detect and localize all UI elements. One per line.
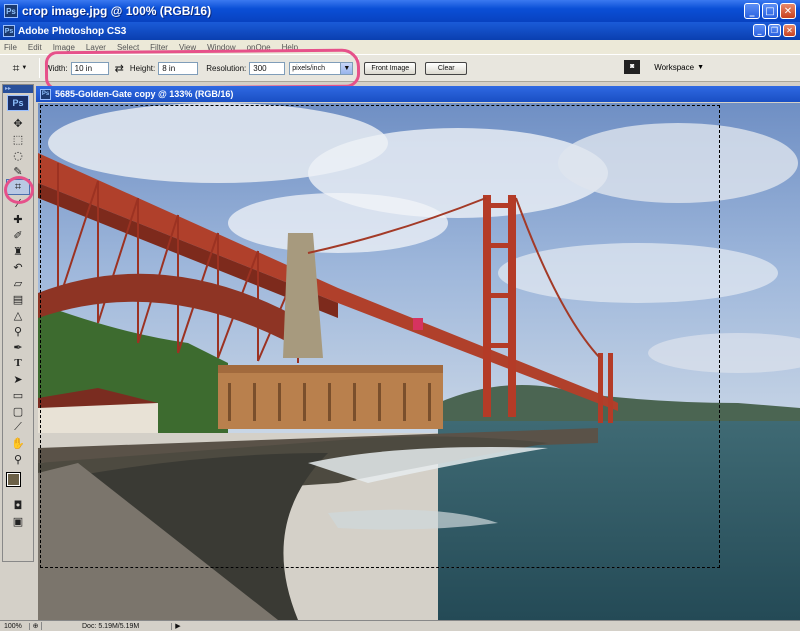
blur-tool-icon[interactable]: △ bbox=[6, 307, 30, 323]
toolbox-grip[interactable]: ▸▸ bbox=[3, 85, 33, 93]
lasso-tool-icon[interactable]: ◌ bbox=[6, 147, 30, 163]
document-canvas[interactable] bbox=[38, 103, 800, 620]
menu-item-help[interactable]: Help bbox=[282, 43, 298, 52]
screen-mode-icon[interactable]: ▣ bbox=[6, 513, 30, 529]
swap-dimensions-icon[interactable]: ⇄ bbox=[115, 62, 124, 75]
gradient-tool-icon[interactable]: ▤ bbox=[6, 291, 30, 307]
tool-preset-picker[interactable]: ⌗ ▼ bbox=[6, 57, 34, 79]
workspace-icon: ◙ bbox=[624, 60, 641, 74]
workspace-menu[interactable]: ◙ Workspace ▼ bbox=[624, 60, 704, 74]
photoshop-app-icon: Ps bbox=[3, 25, 15, 37]
eyedropper-tool-icon[interactable]: ⟋ bbox=[6, 419, 30, 435]
marquee-tool-icon[interactable]: ⬚ bbox=[6, 131, 30, 147]
app-restore-button[interactable]: ❐ bbox=[768, 24, 781, 37]
zoom-level[interactable]: 100% bbox=[0, 622, 30, 630]
menu-item-window[interactable]: Window bbox=[207, 43, 235, 52]
history-brush-tool-icon[interactable]: ↶ bbox=[6, 259, 30, 275]
slice-tool-icon[interactable]: ⁄ bbox=[6, 195, 30, 211]
height-field[interactable]: 8 in bbox=[158, 61, 199, 75]
type-tool-icon[interactable]: T bbox=[6, 355, 30, 371]
width-label: Width: bbox=[45, 63, 68, 73]
clear-button[interactable]: Clear bbox=[425, 61, 468, 75]
menu-item-layer[interactable]: Layer bbox=[86, 43, 106, 52]
document-icon: Ps bbox=[40, 88, 51, 100]
app-titlebar[interactable]: Ps Adobe Photoshop CS3 _ ❐ ✕ bbox=[0, 22, 800, 40]
eraser-tool-icon[interactable]: ▱ bbox=[6, 275, 30, 291]
chevron-down-icon: ▼ bbox=[21, 65, 28, 71]
window-controls: _ □ ✕ bbox=[744, 3, 796, 19]
doc-size: Doc: 5.19M/5.19M bbox=[42, 622, 172, 630]
move-tool-icon[interactable]: ✥ bbox=[6, 115, 30, 131]
golden-gate-photo bbox=[38, 103, 800, 620]
divider bbox=[358, 58, 360, 78]
menu-item-select[interactable]: Select bbox=[117, 43, 139, 52]
foreground-color-swatch[interactable] bbox=[6, 472, 21, 487]
resolution-label: Resolution: bbox=[206, 63, 247, 73]
hand-tool-icon[interactable]: ✋ bbox=[6, 435, 30, 451]
resolution-field[interactable]: 300 bbox=[249, 61, 286, 75]
width-field[interactable]: 10 in bbox=[70, 61, 109, 75]
shape-tool-icon[interactable]: ▭ bbox=[6, 387, 30, 403]
status-bar: 100% ⊕ Doc: 5.19M/5.19M ▶ bbox=[0, 620, 800, 631]
photoshop-icon: Ps bbox=[4, 4, 18, 18]
document-title: 5685-Golden-Gate copy @ 133% (RGB/16) bbox=[55, 89, 234, 99]
quick-select-tool-icon[interactable]: ✎ bbox=[6, 163, 30, 179]
window-titlebar[interactable]: Ps crop image.jpg @ 100% (RGB/16) _ □ ✕ bbox=[0, 0, 800, 22]
chevron-down-icon: ▼ bbox=[697, 63, 704, 71]
minimize-button[interactable]: _ bbox=[744, 3, 760, 19]
menu-bar: File Edit Image Layer Select Filter View… bbox=[0, 40, 800, 54]
photoshop-logo[interactable]: Ps bbox=[7, 95, 29, 111]
close-button[interactable]: ✕ bbox=[780, 3, 796, 19]
front-image-button[interactable]: Front Image bbox=[364, 61, 417, 75]
healing-brush-tool-icon[interactable]: ✚ bbox=[6, 211, 30, 227]
app-minimize-button[interactable]: _ bbox=[753, 24, 766, 37]
quick-mask-icon[interactable]: ◘ bbox=[6, 497, 30, 513]
toolbox: ▸▸ Ps ✥ ⬚ ◌ ✎ ⌗ ⁄ ✚ ✐ ♜ ↶ ▱ ▤ △ ⚲ ✒ T ➤ … bbox=[2, 84, 34, 562]
color-swatches[interactable] bbox=[5, 471, 31, 494]
pen-tool-icon[interactable]: ✒ bbox=[6, 339, 30, 355]
height-label: Height: bbox=[129, 63, 156, 73]
status-icon[interactable]: ⊕ bbox=[30, 622, 42, 630]
resolution-units-select[interactable]: pixels/inch ▼ bbox=[289, 61, 354, 75]
menu-item-filter[interactable]: Filter bbox=[150, 43, 168, 52]
chevron-down-icon: ▼ bbox=[340, 62, 353, 74]
app-close-button[interactable]: ✕ bbox=[783, 24, 796, 37]
maximize-button[interactable]: □ bbox=[762, 3, 778, 19]
crop-icon: ⌗ bbox=[12, 60, 20, 75]
document-titlebar[interactable]: Ps 5685-Golden-Gate copy @ 133% (RGB/16) bbox=[36, 86, 800, 102]
app-window-controls: _ ❐ ✕ bbox=[753, 24, 796, 37]
resolution-units-value: pixels/inch bbox=[292, 64, 325, 72]
menu-item-view[interactable]: View bbox=[179, 43, 196, 52]
notes-tool-icon[interactable]: ▢ bbox=[6, 403, 30, 419]
dodge-tool-icon[interactable]: ⚲ bbox=[6, 323, 30, 339]
menu-item-image[interactable]: Image bbox=[53, 43, 75, 52]
zoom-tool-icon[interactable]: ⚲ bbox=[6, 451, 30, 467]
menu-item-onone[interactable]: onOne bbox=[247, 43, 271, 52]
workspace-label: Workspace bbox=[654, 62, 695, 72]
window-title: crop image.jpg @ 100% (RGB/16) bbox=[22, 4, 212, 18]
menu-item-file[interactable]: File bbox=[4, 43, 17, 52]
path-select-tool-icon[interactable]: ➤ bbox=[6, 371, 30, 387]
menu-item-edit[interactable]: Edit bbox=[28, 43, 42, 52]
crop-tool-icon[interactable]: ⌗ bbox=[6, 179, 30, 195]
app-title: Adobe Photoshop CS3 bbox=[18, 25, 127, 37]
brush-tool-icon[interactable]: ✐ bbox=[6, 227, 30, 243]
status-menu-arrow-icon[interactable]: ▶ bbox=[172, 622, 184, 630]
clone-stamp-tool-icon[interactable]: ♜ bbox=[6, 243, 30, 259]
divider bbox=[39, 58, 40, 78]
